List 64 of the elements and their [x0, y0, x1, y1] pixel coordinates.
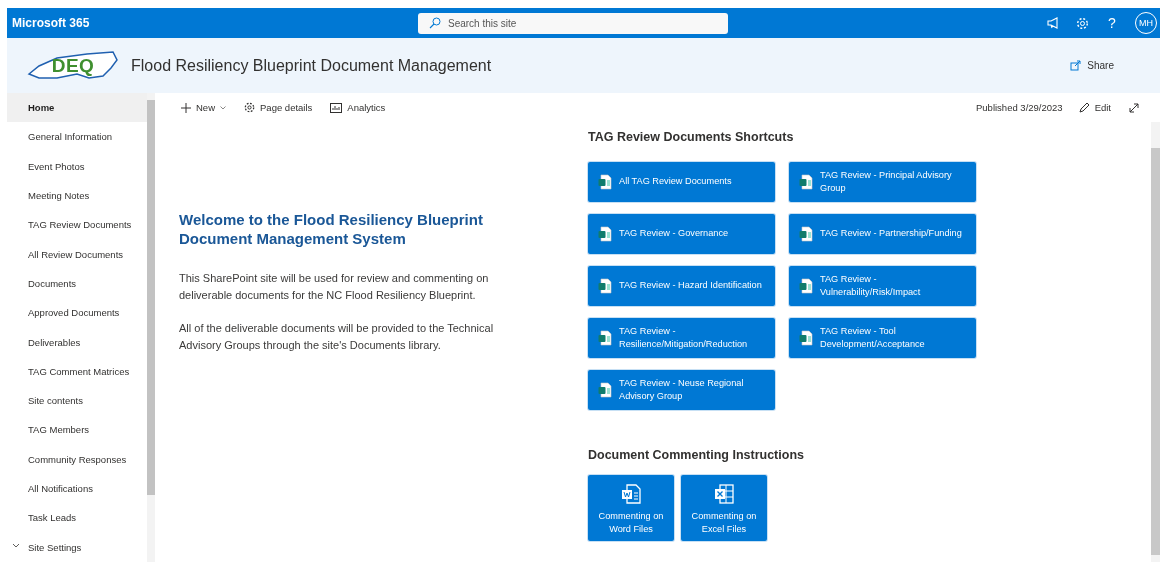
- document-icon: [598, 174, 612, 190]
- document-icon: [598, 226, 612, 242]
- app-name: Microsoft 365: [12, 16, 91, 30]
- nav-item[interactable]: Community Responses: [7, 444, 147, 474]
- help-button[interactable]: ?: [1105, 15, 1119, 31]
- document-icon: [598, 382, 612, 398]
- word-document-icon: [621, 484, 641, 504]
- document-icon: [598, 278, 612, 294]
- analytics-button[interactable]: Analytics: [330, 102, 386, 113]
- document-icon: [799, 278, 813, 294]
- welcome-heading: Welcome to the Flood Resiliency Blueprint Document Management System: [179, 210, 484, 248]
- megaphone-icon[interactable]: [1046, 17, 1060, 29]
- shortcut-tile[interactable]: TAG Review - Hazard Identification: [588, 266, 775, 306]
- document-icon: [598, 330, 612, 346]
- nav-item[interactable]: Deliverables: [7, 327, 147, 357]
- nav-item[interactable]: Task Leads: [7, 503, 147, 533]
- site-title: Flood Resiliency Blueprint Document Management: [131, 56, 492, 75]
- instruction-tile[interactable]: Commenting on Excel Files: [681, 475, 767, 541]
- nav-item[interactable]: Event Photos: [7, 151, 147, 181]
- shortcut-tile[interactable]: TAG Review - Governance: [588, 214, 775, 254]
- paragraph: All of the deliverable documents will be provided to the Technical Advisory Groups through the site's Documents library.: [179, 321, 495, 353]
- chevron-icon: [220, 105, 226, 110]
- section-heading: TAG Review Documents Shortcuts: [588, 130, 795, 144]
- search-icon: [429, 16, 441, 29]
- document-icon: [799, 226, 813, 242]
- section-heading: Document Commenting Instructions: [588, 448, 805, 462]
- nav-item[interactable]: TAG Review Documents: [7, 210, 147, 240]
- nav-item[interactable]: Meeting Notes: [7, 180, 147, 211]
- new-button[interactable]: New: [181, 102, 226, 113]
- nav-item[interactable]: Site contents: [7, 385, 147, 416]
- pencil-icon: [1078, 102, 1090, 113]
- nav-item[interactable]: TAG Comment Matrices: [7, 356, 147, 386]
- settings-icon[interactable]: [1076, 16, 1089, 30]
- shortcut-tile[interactable]: TAG Review - Vulnerability/Risk/Impact: [789, 266, 976, 306]
- nav-item[interactable]: General Information: [7, 122, 147, 152]
- nav-item[interactable]: Documents: [7, 268, 147, 299]
- paragraph: This SharePoint site will be used for review and commenting on deliverable documents for the NC Flood Resiliency Blueprint.: [179, 271, 490, 303]
- shortcut-tile[interactable]: TAG Review - Tool Development/Acceptance: [789, 318, 976, 358]
- share-button[interactable]: Share: [1070, 60, 1114, 71]
- nav-item[interactable]: TAG Members: [7, 415, 147, 445]
- document-icon: [799, 174, 813, 190]
- nav-item[interactable]: All Review Documents: [7, 239, 147, 269]
- search-field[interactable]: Search this site: [418, 12, 728, 34]
- nav-item[interactable]: All Notifications: [7, 473, 147, 504]
- shortcut-tile[interactable]: TAG Review - Resilience/Mitigation/Reduction: [588, 318, 775, 358]
- nav-item[interactable]: Site Settings: [7, 532, 147, 562]
- instruction-tile[interactable]: Commenting on Word Files: [588, 475, 674, 541]
- shortcut-tile[interactable]: TAG Review - Neuse Regional Advisory Group: [588, 370, 775, 410]
- page-details-button[interactable]: Page details: [244, 102, 313, 113]
- share-icon: [1070, 60, 1082, 71]
- shortcut-tile[interactable]: All TAG Review Documents: [588, 162, 775, 202]
- nav-item[interactable]: Approved Documents: [7, 298, 147, 328]
- spreadsheet-icon: [714, 484, 734, 504]
- chart-icon: [330, 102, 343, 113]
- expand-icon[interactable]: [1129, 102, 1139, 113]
- nav-item[interactable]: Home: [7, 93, 147, 123]
- shortcut-tile[interactable]: TAG Review - Partnership/Funding: [789, 214, 976, 254]
- plus-icon: [181, 102, 191, 113]
- shortcut-tile[interactable]: TAG Review - Principal Advisory Group: [789, 162, 976, 202]
- document-icon: [799, 330, 813, 346]
- gear-icon: [244, 102, 255, 113]
- edit-button[interactable]: Edit: [1078, 102, 1111, 113]
- published-date: Published 3/29/2023: [976, 102, 1063, 113]
- chevron-icon: [12, 543, 20, 550]
